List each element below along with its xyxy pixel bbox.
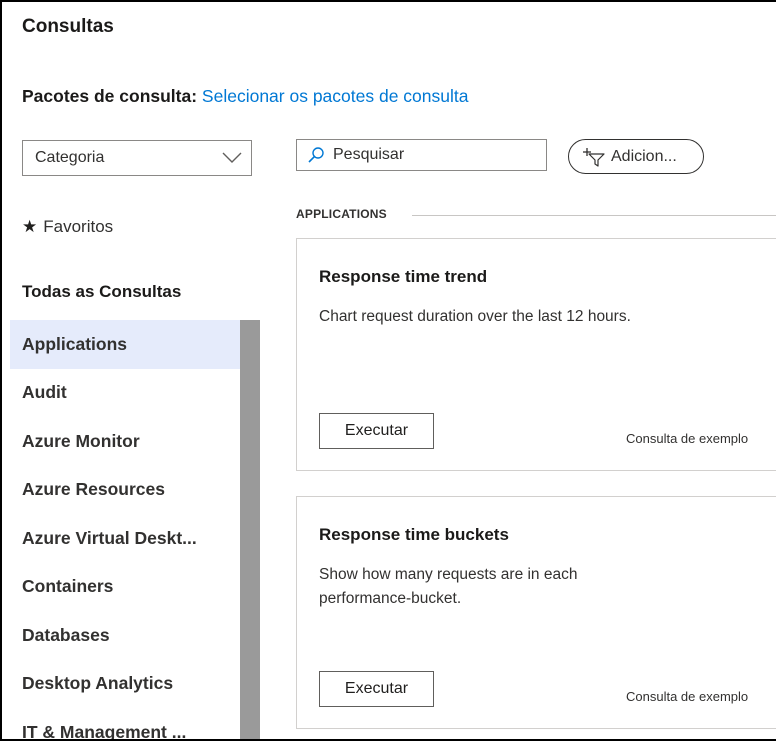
chevron-down-icon (222, 152, 242, 163)
query-card: Response time trend Chart request durati… (296, 238, 776, 471)
category-scrollbar[interactable] (240, 320, 260, 739)
query-card-description: Chart request duration over the last 12 … (319, 308, 631, 325)
search-input[interactable]: Pesquisar (296, 139, 547, 171)
favorites-label: Favoritos (43, 217, 114, 236)
section-heading: APPLICATIONS (296, 207, 387, 221)
all-queries-heading: Todas as Consultas (22, 282, 182, 301)
query-card: Response time buckets Show how many requ… (296, 496, 776, 729)
query-card-title: Response time trend (319, 267, 488, 286)
category-item-desktop-analytics[interactable]: Desktop Analytics (10, 660, 240, 709)
category-item-azure-monitor[interactable]: Azure Monitor (10, 417, 240, 466)
run-button[interactable]: Executar (319, 671, 434, 707)
category-item-azure-resources[interactable]: Azure Resources (10, 466, 240, 515)
query-packs-label: Pacotes de consulta: (22, 86, 202, 106)
category-item-applications[interactable]: Applications (10, 320, 240, 369)
sample-query-tag: Consulta de exemplo (626, 431, 749, 446)
query-card-title: Response time buckets (319, 525, 509, 544)
sample-query-tag: Consulta de exemplo (626, 689, 749, 704)
category-list: Applications Audit Azure Monitor Azure R… (10, 320, 240, 739)
search-icon (308, 147, 324, 163)
star-icon: ★ (22, 217, 38, 236)
search-placeholder: Pesquisar (333, 146, 405, 163)
run-button[interactable]: Executar (319, 413, 434, 449)
queries-panel: Consultas Pacotes de consulta: Seleciona… (0, 0, 776, 741)
add-filter-icon (583, 147, 605, 167)
query-packs-row: Pacotes de consulta: Selecionar os pacot… (22, 86, 468, 107)
section-divider (412, 215, 776, 216)
category-item-containers[interactable]: Containers (10, 563, 240, 612)
category-dropdown-value: Categoria (35, 149, 105, 166)
category-item-databases[interactable]: Databases (10, 611, 240, 660)
panel-title: Consultas (22, 16, 114, 37)
category-item-azure-virtual-desktop[interactable]: Azure Virtual Deskt... (10, 514, 240, 563)
category-item-audit[interactable]: Audit (10, 369, 240, 418)
select-query-packs-link[interactable]: Selecionar os pacotes de consulta (202, 86, 469, 106)
add-filter-button[interactable]: Adicion... (568, 139, 704, 174)
favorites-item[interactable]: ★ Favoritos (22, 217, 113, 237)
category-item-it-management[interactable]: IT & Management ... (10, 708, 240, 739)
query-card-description: Show how many requests are in each perfo… (319, 566, 578, 607)
category-dropdown[interactable]: Categoria (22, 140, 252, 176)
add-filter-label: Adicion... (611, 147, 677, 165)
